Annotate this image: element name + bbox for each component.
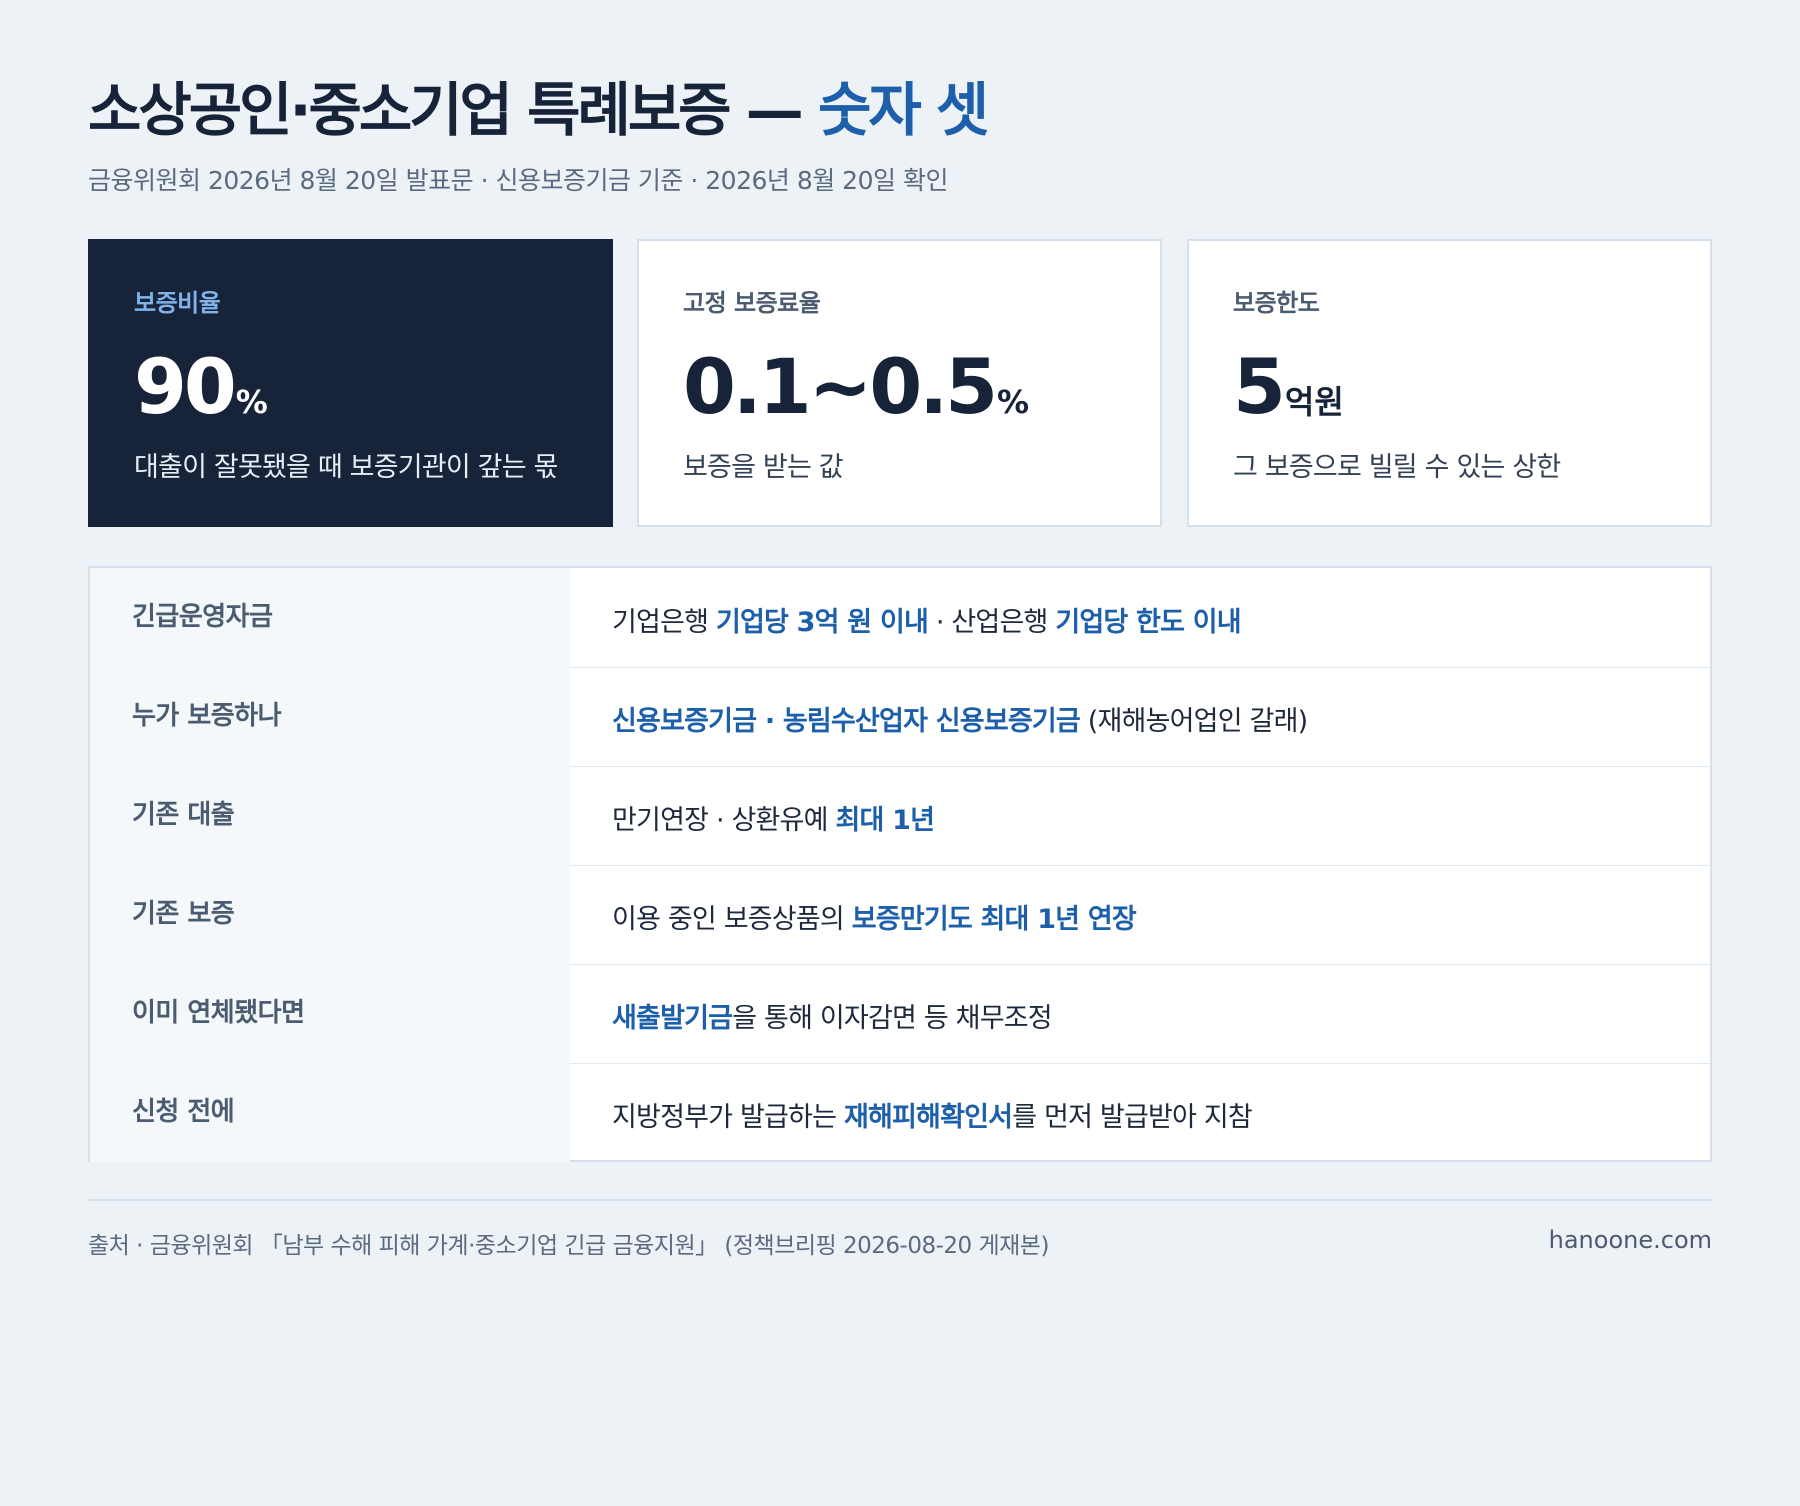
row-header: 기존 대출 [90,766,570,865]
highlight-text: 새출발기금 [612,1003,733,1034]
stat-card-value: 5억원 [1233,337,1344,452]
stat-card-limit: 보증한도 5억원 그 보증으로 빌릴 수 있는 상한 [1187,239,1712,527]
stat-card-label: 고정 보증료율 [683,289,821,317]
row-header: 기존 보증 [90,865,570,964]
stat-card-unit: % [235,383,268,421]
page-title-main: 소상공인·중소기업 특례보증 — [88,76,804,144]
stat-card-label: 보증한도 [1233,289,1320,317]
stat-card-desc: 대출이 잘못됐을 때 보증기관이 갚는 몫 [134,452,558,483]
row-header: 신청 전에 [90,1063,570,1162]
table-row: 기존 보증 이용 중인 보증상품의 보증만기도 최대 1년 연장 [90,865,1710,965]
stat-cards: 보증비율 90% 대출이 잘못됐을 때 보증기관이 갚는 몫 고정 보증료율 0… [88,239,1712,527]
stat-card-number: 0.1~0.5 [683,342,998,431]
plain-text: 를 먼저 발급받아 지참 [1012,1102,1253,1133]
page-title: 소상공인·중소기업 특례보증 — 숫자 셋 [88,72,989,148]
stat-card-value: 90% [134,337,268,452]
site-name: hanoone.com [1548,1226,1712,1254]
highlight-text: 기업당 한도 이내 [1055,607,1241,638]
highlight-text: 보증만기도 최대 1년 연장 [851,904,1137,935]
plain-text: · 산업은행 [928,607,1056,638]
stat-card-number: 5 [1233,342,1286,431]
table-row: 이미 연체됐다면 새출발기금을 통해 이자감면 등 채무조정 [90,964,1710,1064]
highlight-text: 기업당 3억 원 이내 [715,607,929,638]
plain-text: 기업은행 [612,607,716,638]
table-row: 누가 보증하나 신용보증기금 · 농림수산업자 신용보증기금 (재해농어업인 갈래… [90,667,1710,767]
row-content: 기업은행 기업당 3억 원 이내 · 산업은행 기업당 한도 이내 [570,568,1242,667]
row-header: 긴급운영자금 [90,568,570,667]
table-row: 기존 대출 만기연장 · 상환유예 최대 1년 [90,766,1710,866]
plain-text: 지방정부가 발급하는 [612,1102,844,1133]
plain-text: 만기연장 · 상환유예 [612,805,836,836]
table-row: 긴급운영자금 기업은행 기업당 3억 원 이내 · 산업은행 기업당 한도 이내 [90,568,1710,668]
stat-card-value: 0.1~0.5% [683,337,1029,452]
row-content: 만기연장 · 상환유예 최대 1년 [570,766,935,865]
row-content: 이용 중인 보증상품의 보증만기도 최대 1년 연장 [570,865,1137,964]
row-content: 지방정부가 발급하는 재해피해확인서를 먼저 발급받아 지참 [570,1063,1253,1162]
stat-card-label: 보증비율 [134,289,221,317]
stat-card-fee-rate: 고정 보증료율 0.1~0.5% 보증을 받는 값 [637,239,1162,527]
highlight-text: 최대 1년 [835,805,935,836]
plain-text: (재해농어업인 갈래) [1079,706,1308,737]
plain-text: 을 통해 이자감면 등 채무조정 [732,1003,1052,1034]
stat-card-guarantee-ratio: 보증비율 90% 대출이 잘못됐을 때 보증기관이 갚는 몫 [88,239,613,527]
stat-card-unit: % [996,383,1030,421]
stat-card-number: 90 [134,342,237,431]
info-table: 긴급운영자금 기업은행 기업당 3억 원 이내 · 산업은행 기업당 한도 이내 누… [88,566,1712,1162]
stat-card-desc: 그 보증으로 빌릴 수 있는 상한 [1233,452,1561,483]
row-header: 누가 보증하나 [90,667,570,766]
page-subtitle: 금융위원회 2026년 8월 20일 발표문 · 신용보증기금 기준 · 202… [88,166,948,195]
stat-card-unit: 억원 [1284,383,1344,421]
stat-card-desc: 보증을 받는 값 [683,452,844,483]
row-content: 새출발기금을 통해 이자감면 등 채무조정 [570,964,1053,1063]
row-header: 이미 연체됐다면 [90,964,570,1063]
highlight-text: 재해피해확인서 [843,1102,1013,1133]
page-title-accent: 숫자 셋 [817,76,989,144]
table-row: 신청 전에 지방정부가 발급하는 재해피해확인서를 먼저 발급받아 지참 [90,1063,1710,1162]
row-content: 신용보증기금 · 농림수산업자 신용보증기금 (재해농어업인 갈래) [570,667,1308,766]
plain-text: 이용 중인 보증상품의 [612,904,852,935]
highlight-text: 신용보증기금 · 농림수산업자 신용보증기금 [612,706,1081,737]
source-note: 출처 · 금융위원회 「남부 수해 피해 가계·중소기업 긴급 금융지원」 (정… [88,1233,1049,1259]
footer-divider [88,1199,1712,1201]
